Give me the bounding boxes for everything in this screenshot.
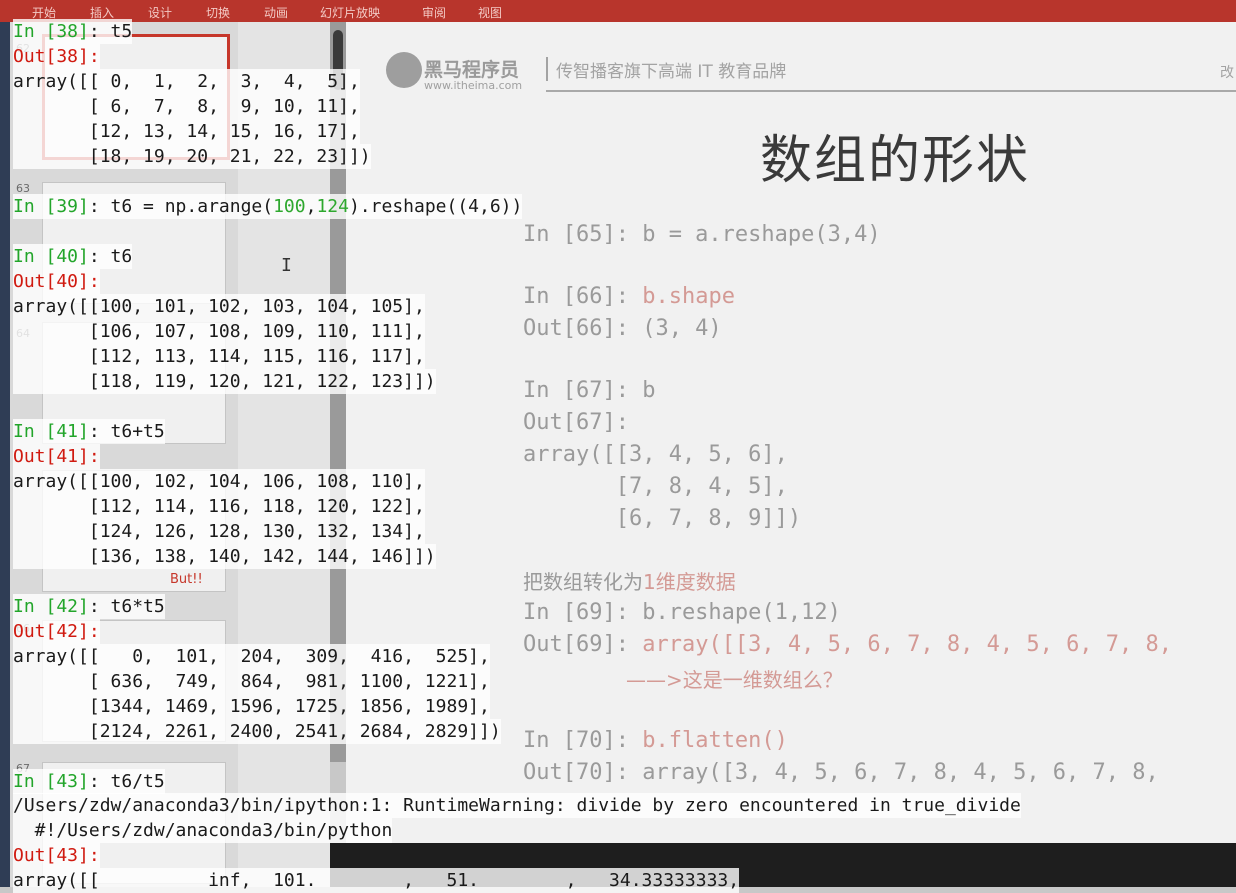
ribbon-tab[interactable]: 视图 bbox=[478, 4, 502, 21]
terminal-output-line: [ 6, 7, 8, 9, 10, 11], bbox=[13, 94, 360, 119]
terminal-input-line: In [42]: t6*t5 bbox=[13, 594, 165, 619]
terminal-input-line: In [43]: t6/t5 bbox=[13, 769, 165, 794]
header-divider bbox=[546, 57, 548, 81]
terminal-output-line: array([[ 0, 1, 2, 3, 4, 5], bbox=[13, 69, 360, 94]
terminal-output-line: [118, 119, 120, 121, 122, 123]]) bbox=[13, 369, 436, 394]
terminal-output-prompt: Out[43]: bbox=[13, 843, 100, 868]
terminal-output-prompt: Out[42]: bbox=[13, 619, 100, 644]
terminal-output-line: [124, 126, 128, 130, 132, 134], bbox=[13, 519, 425, 544]
brand-url: www.itheima.com bbox=[424, 79, 523, 92]
terminal-output-line: [136, 138, 140, 142, 144, 146]]) bbox=[13, 544, 436, 569]
ribbon-tab[interactable]: 设计 bbox=[148, 4, 172, 21]
brand-logo-icon bbox=[386, 52, 422, 88]
terminal-output-line: [ 636, 749, 864, 981, 1100, 1221], bbox=[13, 669, 490, 694]
slide-title: 数组的形状 bbox=[760, 131, 1031, 191]
slide-code-line: array([[3, 4, 5, 6], bbox=[523, 442, 788, 467]
slide-code-line: 把数组转化为1维度数据 bbox=[523, 570, 736, 594]
terminal-input-line: In [38]: t5 bbox=[13, 19, 133, 44]
slide-code-line: In [69]: b.reshape(1,12) bbox=[523, 600, 841, 625]
ribbon-tab[interactable]: 动画 bbox=[264, 4, 288, 21]
terminal-output-line: [1344, 1469, 1596, 1725, 1856, 1989], bbox=[13, 694, 490, 719]
brand-name: 黑马程序员 bbox=[424, 59, 520, 81]
ppt-ribbon: 开始 插入 设计 切换 动画 幻灯片放映 审阅 视图 bbox=[0, 0, 1236, 22]
terminal-output-line: [112, 113, 114, 115, 116, 117], bbox=[13, 344, 425, 369]
thumbnail-caption: But!! bbox=[170, 572, 203, 587]
slide-code-line: Out[69]: array([[3, 4, 5, 6, 7, 8, 4, 5,… bbox=[523, 632, 1173, 657]
brand-tagline: 传智播客旗下高端 IT 教育品牌 bbox=[556, 62, 787, 82]
corner-text: 改 bbox=[1220, 65, 1234, 81]
terminal-output-line: /Users/zdw/anaconda3/bin/ipython:1: Runt… bbox=[13, 793, 1021, 818]
terminal-output-line: [112, 114, 116, 118, 120, 122], bbox=[13, 494, 425, 519]
terminal-output-prompt: Out[41]: bbox=[13, 444, 100, 469]
ribbon-tab[interactable]: 幻灯片放映 bbox=[320, 4, 380, 21]
slide-code-line: Out[67]: bbox=[523, 410, 629, 435]
slide-code-line: In [67]: b bbox=[523, 378, 656, 403]
terminal-output-line: array([[100, 101, 102, 103, 104, 105], bbox=[13, 294, 425, 319]
slide-code-line: In [70]: b.flatten() bbox=[523, 728, 788, 753]
terminal-output-line: [106, 107, 108, 109, 110, 111], bbox=[13, 319, 425, 344]
terminal-output-line: [18, 19, 20, 21, 22, 23]]) bbox=[13, 144, 371, 169]
slide-code-line: In [65]: b = a.reshape(3,4) bbox=[523, 222, 881, 247]
ribbon-tab[interactable]: 切换 bbox=[206, 4, 230, 21]
terminal-input-line: In [40]: t6 bbox=[13, 244, 133, 269]
ribbon-tab[interactable]: 审阅 bbox=[422, 4, 446, 21]
desktop-edge bbox=[0, 22, 10, 887]
terminal-output-line: [12, 13, 14, 15, 16, 17], bbox=[13, 119, 360, 144]
terminal-output-prompt: Out[38]: bbox=[13, 44, 100, 69]
slide-code-line: Out[70]: array([3, 4, 5, 6, 7, 8, 4, 5, … bbox=[523, 760, 1159, 785]
terminal-output-line: array([[ 0, 101, 204, 309, 416, 525], bbox=[13, 644, 490, 669]
slide-code-line: ——>这是一维数组么？ bbox=[626, 668, 843, 692]
terminal-output-line: array([[ inf, 101. , 51. , 34.33333333, bbox=[13, 868, 740, 893]
slide-code-line: In [66]: b.shape bbox=[523, 284, 735, 309]
slide-code-line: [7, 8, 4, 5], bbox=[523, 474, 788, 499]
terminal-input-line: In [39]: t6 = np.arange(100,124).reshape… bbox=[13, 194, 523, 219]
header-underline bbox=[546, 90, 1236, 92]
terminal-input-line: In [41]: t6+t5 bbox=[13, 419, 165, 444]
terminal-output-line: [2124, 2261, 2400, 2541, 2684, 2829]]) bbox=[13, 719, 501, 744]
text-cursor-icon: I bbox=[281, 255, 292, 276]
terminal-output-line: array([[100, 102, 104, 106, 108, 110], bbox=[13, 469, 425, 494]
terminal-output-prompt: Out[40]: bbox=[13, 269, 100, 294]
terminal-output-line: #!/Users/zdw/anaconda3/bin/python bbox=[13, 818, 393, 843]
slide-code-line: [6, 7, 8, 9]]) bbox=[523, 506, 802, 531]
slide-code-line: Out[66]: (3, 4) bbox=[523, 316, 722, 341]
